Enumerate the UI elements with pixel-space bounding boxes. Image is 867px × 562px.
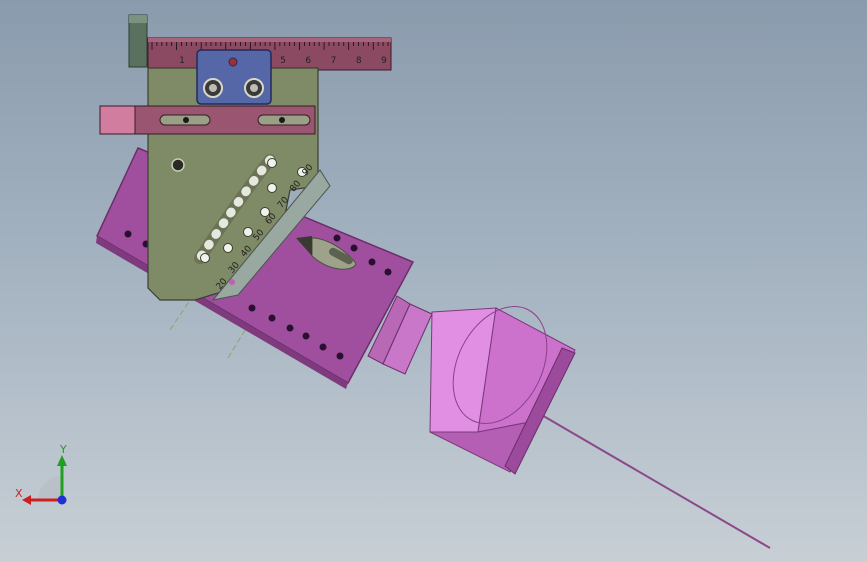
needle[interactable] — [539, 413, 771, 549]
protractor-pivot — [229, 279, 235, 285]
vertical-post[interactable] — [128, 14, 148, 68]
ruler-number: 8 — [356, 56, 362, 66]
ruler-number: 5 — [280, 56, 286, 66]
x-axis-label: X — [15, 487, 23, 500]
bracket-bar[interactable] — [99, 105, 316, 135]
ruler-number: 6 — [305, 56, 311, 66]
y-axis-arrowhead — [57, 455, 67, 466]
model-scene[interactable]: 123456789 2030405060708090 — [0, 0, 867, 562]
centerline — [169, 299, 191, 331]
motor-assembly[interactable] — [367, 291, 576, 475]
z-axis-point — [57, 495, 67, 505]
ruler-number: 1 — [179, 56, 185, 66]
clamp-block[interactable] — [196, 49, 272, 105]
ruler-number: 7 — [331, 56, 337, 66]
y-axis-label: Y — [59, 443, 67, 456]
ruler-number: 9 — [381, 56, 387, 66]
front-plate-hole — [171, 158, 185, 172]
x-axis-arrowhead — [22, 495, 31, 505]
cad-viewport[interactable]: 123456789 2030405060708090 — [0, 0, 867, 562]
orientation-triad[interactable]: Y X — [15, 443, 67, 505]
